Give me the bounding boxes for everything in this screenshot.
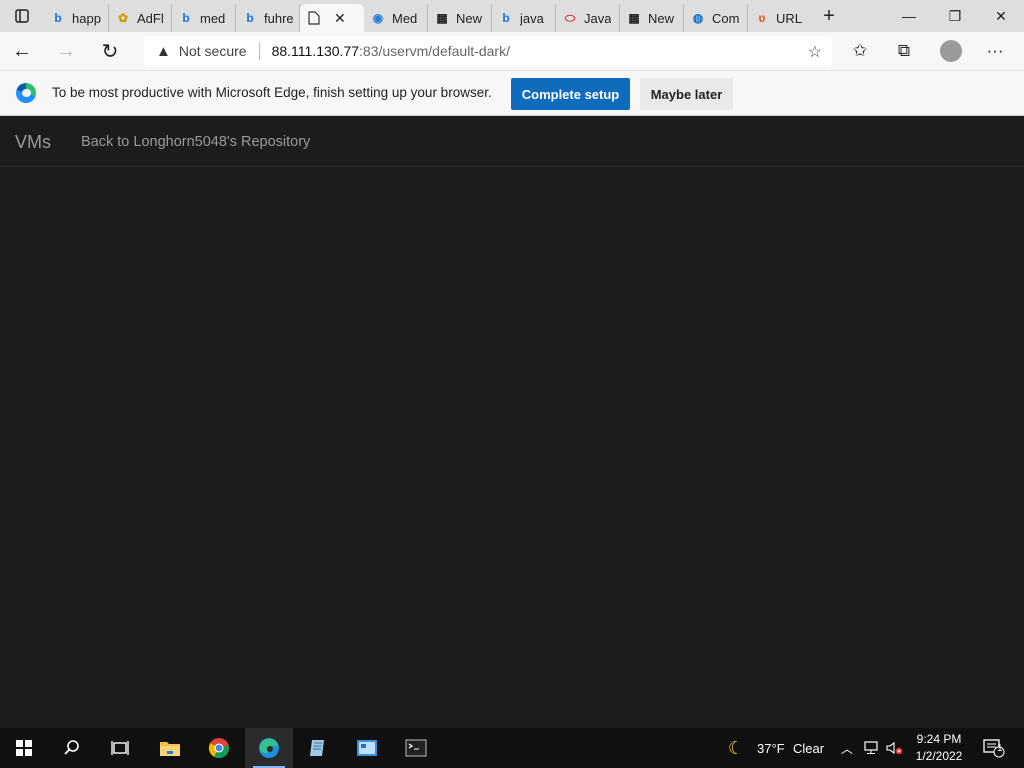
page-content: VMs Back to Longhorn5048's Repository [0,117,1024,728]
notifications-button[interactable]: 1 [978,728,1010,768]
favorites-button[interactable]: ✩ [838,32,882,70]
tab-actions-icon [15,9,29,23]
notepad-button[interactable] [294,728,342,768]
restore-icon: ❐ [948,7,962,24]
weather-button[interactable]: ☾ [714,728,758,768]
back-to-repository-link[interactable]: Back to Longhorn5048's Repository [81,134,310,150]
clock-time: 9:24 PM [916,732,962,746]
network-button[interactable] [860,728,882,768]
warning-icon: ▲ [156,42,171,60]
back-button[interactable]: ← [0,32,44,70]
volume-button[interactable] [884,728,906,768]
oracle-icon: ⬭ [564,10,576,25]
start-button[interactable] [0,728,48,768]
complete-setup-button[interactable]: Complete setup [511,78,630,110]
tab-9[interactable]: ⬭ Java [556,4,620,32]
search-icon [64,740,79,755]
forward-button[interactable]: → [44,32,88,70]
bing-icon: b [182,11,190,25]
tab-8[interactable]: b java [492,4,556,32]
newtab-icon: ▦ [436,11,448,25]
clock[interactable]: 9:24 PM 1/2/2022 [910,731,968,765]
terminal-button[interactable] [392,728,440,768]
close-icon: ✕ [995,7,1007,24]
notification-count: 1 [997,743,1003,754]
weather-temperature[interactable]: 37°F [757,741,785,756]
setup-infobar: To be most productive with Microsoft Edg… [0,70,1024,116]
new-tab-button[interactable]: + [812,0,846,32]
tab-11[interactable]: ◍ Com [684,4,748,32]
address-divider [258,42,260,60]
settings-menu-button[interactable]: ··· [973,32,1017,70]
tab-strip: b happ ✿ AdFl b med b fuhre ✕ ◉ Med ▦ New b jav… [0,0,1024,32]
bing-icon: b [502,11,510,25]
control-panel-icon [357,740,377,756]
task-view-button[interactable] [96,728,144,768]
chevron-up-icon: ︿ [840,741,853,756]
search-button[interactable] [48,728,96,768]
tab-2[interactable]: ✿ AdFl [109,4,172,32]
arrow-left-icon: ← [12,39,32,62]
address-bar[interactable]: ▲ Not secure 88.111.130.77:83/uservm/def… [144,36,832,66]
tab-12[interactable]: ʋ URL [748,4,812,32]
maybe-later-button[interactable]: Maybe later [640,78,733,110]
tab-1[interactable]: b happ [44,4,109,32]
url-host: 88.111.130.77 [271,43,360,59]
med-icon: ◉ [372,11,384,25]
clock-date: 1/2/2022 [915,749,963,763]
add-favorite-icon[interactable]: ☆ [808,42,822,62]
tab-7[interactable]: ▦ New [428,4,492,32]
url-icon: ʋ [758,11,766,25]
favorites-icon: ✩ [852,41,868,60]
control-panel-button[interactable] [343,728,391,768]
page-icon [306,10,322,26]
arrow-right-icon: → [56,39,76,62]
tab-actions-button[interactable] [0,0,44,32]
restore-button[interactable]: ❐ [932,0,978,32]
edge-taskbar-button[interactable] [245,728,293,768]
location-icon: ◍ [692,11,704,25]
moon-icon: ☾ [727,737,745,758]
edge-logo-icon [16,83,36,103]
profile-avatar[interactable] [940,40,962,62]
tab-10[interactable]: ▦ New [620,4,684,32]
tab-6[interactable]: ◉ Med [364,4,428,32]
newtab-icon: ▦ [628,11,640,25]
bing-icon: b [54,11,62,25]
notepad-icon [310,740,324,756]
terminal-icon [405,739,427,757]
plus-icon: + [823,4,835,27]
adfly-icon: ✿ [117,11,129,25]
refresh-button[interactable]: ↻ [88,32,132,70]
url-path: :83/uservm/default-dark/ [359,43,510,59]
tab-3[interactable]: b med [172,4,236,32]
task-view-icon [111,741,129,755]
chrome-button[interactable] [195,728,243,768]
collections-icon: ⧉ [897,41,911,60]
refresh-icon: ↻ [101,40,119,63]
minimize-icon: — [902,8,916,24]
security-label: Not secure [178,43,247,59]
minimize-button[interactable]: — [886,0,932,32]
bing-icon: b [246,11,254,25]
page-navbar: VMs Back to Longhorn5048's Repository [0,117,1024,167]
more-icon: ··· [986,41,1004,60]
windows-icon [16,740,32,756]
close-window-button[interactable]: ✕ [978,0,1024,32]
folder-icon [160,742,180,756]
tab-4[interactable]: b fuhre [236,4,300,32]
close-tab-icon[interactable]: ✕ [334,10,346,27]
brand-title[interactable]: VMs [15,132,51,153]
volume-muted-icon [886,741,903,755]
edge-icon [259,738,279,758]
show-hidden-icons-button[interactable]: ︿ [836,728,858,768]
weather-condition[interactable]: Clear [793,741,824,756]
network-icon [864,741,878,754]
file-explorer-button[interactable] [146,728,194,768]
chrome-icon [208,738,230,759]
tab-active[interactable]: ✕ [300,4,364,32]
infobar-message: To be most productive with Microsoft Edg… [52,85,492,100]
taskbar: ☾ 37°F Clear ︿ 9:24 PM 1/2/2022 1 [0,728,1024,768]
collections-button[interactable]: ⧉ [882,32,926,70]
